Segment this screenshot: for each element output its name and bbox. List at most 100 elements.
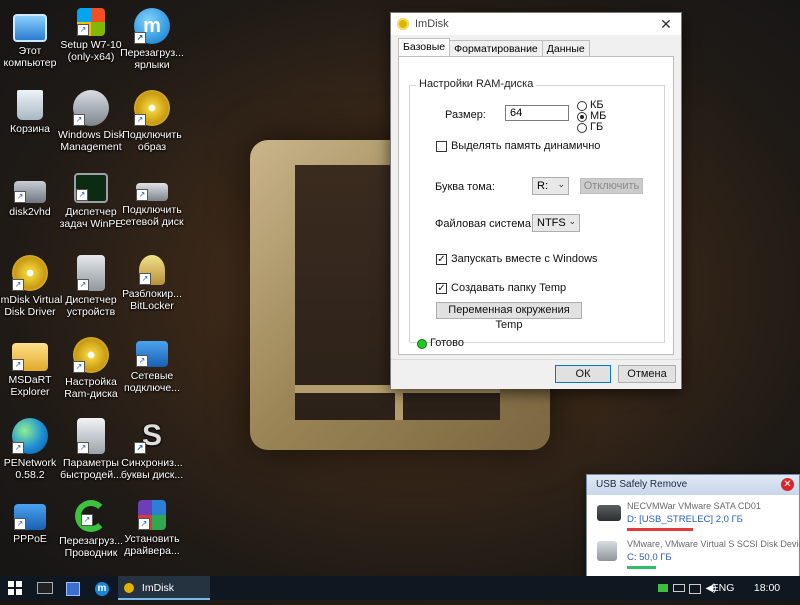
start-button[interactable]	[0, 576, 30, 600]
shortcut-arrow-icon: ↗	[12, 359, 24, 371]
tab-panel-basic: Настройки RAM-диска Размер: 64 КБ МБ ГБ …	[398, 56, 674, 355]
taskbar-m-app[interactable]: m	[89, 576, 115, 600]
tray-usb-icon[interactable]	[656, 576, 670, 600]
tray-battery-icon[interactable]	[672, 576, 686, 600]
usb-popup-header: USB Safely Remove ✕	[587, 475, 799, 495]
shortcut-arrow-icon: ↗	[77, 279, 89, 291]
taskbar: m ImDisk ◀) ENG 18:00	[0, 576, 800, 600]
usb-device-item[interactable]: NECVMWar VMware SATA CD01 D: [USB_STRELE…	[593, 499, 793, 535]
desktop-icon-restart-shortcuts[interactable]: m ↗ Перезагруз... ярлыки	[119, 8, 185, 71]
m-logo-icon: m	[95, 582, 109, 596]
shortcut-arrow-icon: ↗	[12, 279, 24, 291]
usb-device-usage-bar	[627, 566, 656, 569]
shortcut-arrow-icon: ↗	[12, 442, 24, 454]
unit-kb-radio[interactable]	[577, 101, 587, 111]
tray-network-icon[interactable]	[688, 576, 702, 600]
tab-data[interactable]: Данные	[541, 40, 590, 57]
desktop-icon-label: disk2vhd	[9, 206, 51, 218]
shortcut-arrow-icon: ↗	[76, 189, 88, 201]
desktop-icon-this-pc[interactable]: Этот компьютер	[0, 8, 63, 69]
desktop-icon-network-connections[interactable]: ↗ Сетевые подключе...	[119, 337, 185, 394]
desktop-icon-msdart[interactable]: ↗ MSDaRT Explorer	[0, 337, 63, 398]
desktop-icon-label: Разблокир... BitLocker	[122, 288, 182, 312]
tray-language[interactable]: ENG	[708, 576, 738, 600]
cancel-button[interactable]: Отмена	[618, 365, 676, 383]
globe-network-icon: ↗	[12, 418, 48, 454]
ok-button[interactable]: ОК	[555, 365, 611, 383]
shortcut-arrow-icon: ↗	[134, 114, 146, 126]
desktop-icon-recycle-bin[interactable]: Корзина	[0, 90, 63, 135]
cd-icon: ↗	[73, 337, 109, 373]
desktop-icon-label: Настройка Ram-диска	[64, 376, 118, 400]
desktop-icon-network-drive[interactable]: ↗ Подключить сетевой диск	[119, 173, 185, 228]
desktop-icon-label: PPPoE	[13, 533, 47, 545]
desktop-icon-penetwork[interactable]: ↗ PENetwork 0.58.2	[0, 418, 63, 481]
floppy-icon	[66, 582, 80, 596]
usb-device-item[interactable]: VMware, VMware Virtual S SCSI Disk Devic…	[593, 537, 800, 573]
dialog-title: ImDisk	[415, 18, 449, 30]
windows-setup-icon: ↗	[77, 8, 105, 36]
filesystem-select[interactable]: NTFS ⌄	[532, 214, 580, 232]
windows-logo-icon	[8, 581, 22, 595]
status-ready-icon	[417, 339, 427, 349]
shortcut-arrow-icon: ↗	[73, 361, 85, 373]
desktop-icon-label: Setup W7-10 (only-x64)	[60, 39, 122, 63]
tray-clock[interactable]: 18:00	[750, 576, 784, 600]
network-computers-icon: ↗	[136, 341, 168, 367]
create-temp-checkbox[interactable]: ✓	[436, 283, 447, 294]
dynamic-memory-label: Выделять память динамично	[451, 140, 601, 152]
desktop-icon-label: Параметры быстродей...	[60, 457, 122, 481]
desktop-icon-disk-management[interactable]: ↗ Windows Disk Management	[58, 90, 124, 153]
create-temp-label: Создавать папку Temp	[451, 282, 567, 294]
imdisk-app-icon	[124, 583, 134, 594]
shortcut-arrow-icon: ↗	[136, 355, 148, 367]
usb-device-name: VMware, VMware Virtual S SCSI Disk Devic…	[627, 539, 800, 549]
startup-checkbox[interactable]: ✓	[436, 254, 447, 265]
taskbar-app-label: ImDisk	[141, 582, 175, 594]
chevron-down-icon: ⌄	[568, 216, 576, 226]
imdisk-dialog: ImDisk ✕ Базовые Форматирование Данные Н…	[390, 12, 682, 389]
desktop-icon-bitlocker[interactable]: ↗ Разблокир... BitLocker	[119, 255, 185, 312]
taskbar-imdisk[interactable]: ImDisk	[118, 576, 210, 600]
folder-icon: ↗	[12, 343, 48, 371]
taskbar-save[interactable]	[60, 576, 86, 600]
desktop-icon-ramdisk-settings[interactable]: ↗ Настройка Ram-диска	[58, 337, 124, 400]
shortcut-arrow-icon: ↗	[81, 514, 93, 526]
dynamic-memory-checkbox[interactable]	[436, 141, 447, 152]
temp-env-button[interactable]: Переменная окружения Temp	[436, 302, 582, 331]
unmount-button[interactable]: Отключить	[580, 178, 643, 194]
usb-device-usage-bar	[627, 528, 693, 531]
shortcut-arrow-icon: ↗	[73, 114, 85, 126]
desktop-icon-imdisk-driver[interactable]: ↗ ImDisk Virtual Disk Driver	[0, 255, 63, 318]
device-manager-icon: ↗	[77, 255, 105, 291]
taskbar-cmd[interactable]	[32, 576, 58, 600]
desktop-icon-label: Диспетчер задач WinPE	[59, 206, 123, 230]
m-logo-icon: m ↗	[134, 8, 170, 44]
unit-gb-radio[interactable]	[577, 123, 587, 133]
dialog-titlebar[interactable]: ImDisk ✕	[391, 13, 681, 35]
desktop-icon-device-manager[interactable]: ↗ Диспетчер устройств	[58, 255, 124, 318]
close-icon[interactable]: ✕	[781, 478, 794, 491]
close-icon[interactable]: ✕	[651, 13, 681, 35]
tab-basic[interactable]: Базовые	[398, 38, 451, 57]
tab-formatting[interactable]: Форматирование	[449, 40, 543, 57]
desktop-icon-disk2vhd[interactable]: ↗ disk2vhd	[0, 173, 63, 218]
desktop-icon-mount-image[interactable]: ↗ Подключить образ	[119, 90, 185, 153]
desktop-icon-label: Перезагруз... Проводник	[59, 535, 123, 559]
desktop-icon-task-manager[interactable]: ↗ Диспетчер задач WinPE	[58, 173, 124, 230]
size-input[interactable]: 64	[505, 105, 569, 121]
desktop-icon-sync-drive-letters[interactable]: S ↗ Синхрониз... буквы диск...	[119, 418, 185, 481]
drive-letter-select[interactable]: R: ⌄	[532, 177, 569, 195]
desktop-icon-install-drivers[interactable]: ↗ Установить драйвера...	[119, 500, 185, 557]
desktop-icon-restart-explorer[interactable]: ↗ Перезагруз... Проводник	[58, 500, 124, 559]
computer-icon	[13, 14, 47, 42]
chevron-down-icon: ⌄	[557, 179, 565, 189]
desktop-icon-performance[interactable]: ↗ Параметры быстродей...	[58, 418, 124, 481]
unit-mb-radio[interactable]	[577, 112, 587, 122]
desktop-icon-pppoe[interactable]: ↗ PPPoE	[0, 500, 63, 545]
shortcut-arrow-icon: ↗	[134, 32, 146, 44]
shortcut-arrow-icon: ↗	[14, 191, 26, 203]
keys-icon: ↗	[139, 255, 165, 285]
usb-safely-remove-popup: USB Safely Remove ✕ NECVMWar VMware SATA…	[586, 474, 800, 578]
desktop-icon-setup-w7-10[interactable]: ↗ Setup W7-10 (only-x64)	[58, 8, 124, 63]
